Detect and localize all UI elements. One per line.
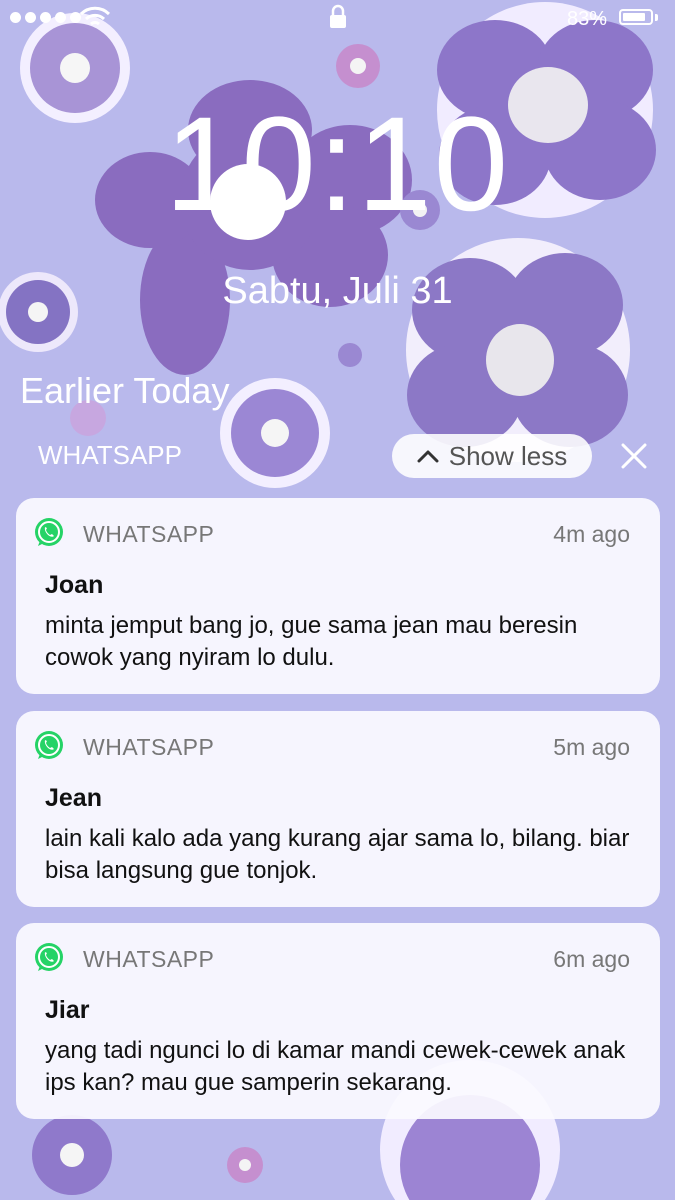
signal-dot bbox=[40, 12, 51, 23]
notification-group-app-label: WHATSAPP bbox=[38, 440, 182, 470]
earlier-today-heading: Earlier Today bbox=[20, 370, 230, 411]
notification-card[interactable]: WHATSAPP 6m ago Jiar yang tadi ngunci lo… bbox=[16, 923, 660, 1119]
notification-time: 4m ago bbox=[553, 521, 630, 547]
flower-small-3 bbox=[220, 378, 330, 488]
chevron-up-icon bbox=[417, 450, 439, 463]
status-bar: 83% bbox=[0, 0, 675, 40]
wifi-icon bbox=[79, 6, 111, 26]
flower-bottom-mid bbox=[227, 1147, 263, 1183]
notification-app-name: WHATSAPP bbox=[83, 521, 215, 547]
whatsapp-icon bbox=[35, 518, 63, 546]
signal-dot bbox=[10, 12, 21, 23]
notification-time: 6m ago bbox=[553, 946, 630, 972]
battery-percentage: 83% bbox=[567, 8, 608, 30]
notification-message: minta jemput bang jo, gue sama jean mau … bbox=[45, 612, 578, 671]
whatsapp-icon bbox=[35, 731, 63, 759]
notification-app-name: WHATSAPP bbox=[83, 946, 215, 972]
signal-strength-indicator bbox=[10, 12, 81, 23]
notification-sender: Jiar bbox=[45, 996, 90, 1024]
battery-tip bbox=[655, 14, 658, 21]
notification-sender: Jean bbox=[45, 784, 102, 812]
show-less-label: Show less bbox=[448, 440, 568, 471]
signal-dot bbox=[25, 12, 36, 23]
notification-app-name: WHATSAPP bbox=[83, 734, 215, 760]
signal-dot bbox=[55, 12, 66, 23]
battery-level bbox=[623, 13, 645, 21]
flower-bottom-left bbox=[32, 1115, 112, 1195]
lock-screen-clock: 10:10 bbox=[164, 90, 511, 239]
whatsapp-icon bbox=[35, 943, 63, 971]
notification-message: yang tadi ngunci lo di kamar mandi cewek… bbox=[45, 1037, 626, 1096]
notification-card[interactable]: WHATSAPP 5m ago Jean lain kali kalo ada … bbox=[16, 711, 660, 907]
flower-tiny-1 bbox=[336, 44, 380, 88]
lock-screen-date: Sabtu, Juli 31 bbox=[222, 270, 453, 312]
notification-sender: Joan bbox=[45, 571, 104, 599]
close-icon[interactable] bbox=[620, 442, 648, 470]
notification-time: 5m ago bbox=[553, 734, 630, 760]
battery-icon bbox=[619, 9, 653, 25]
lock-icon bbox=[330, 4, 346, 28]
notification-message: lain kali kalo ada yang kurang ajar sama… bbox=[45, 825, 630, 884]
notification-card[interactable]: WHATSAPP 4m ago Joan minta jemput bang j… bbox=[16, 498, 660, 694]
show-less-button[interactable]: Show less bbox=[392, 434, 592, 478]
